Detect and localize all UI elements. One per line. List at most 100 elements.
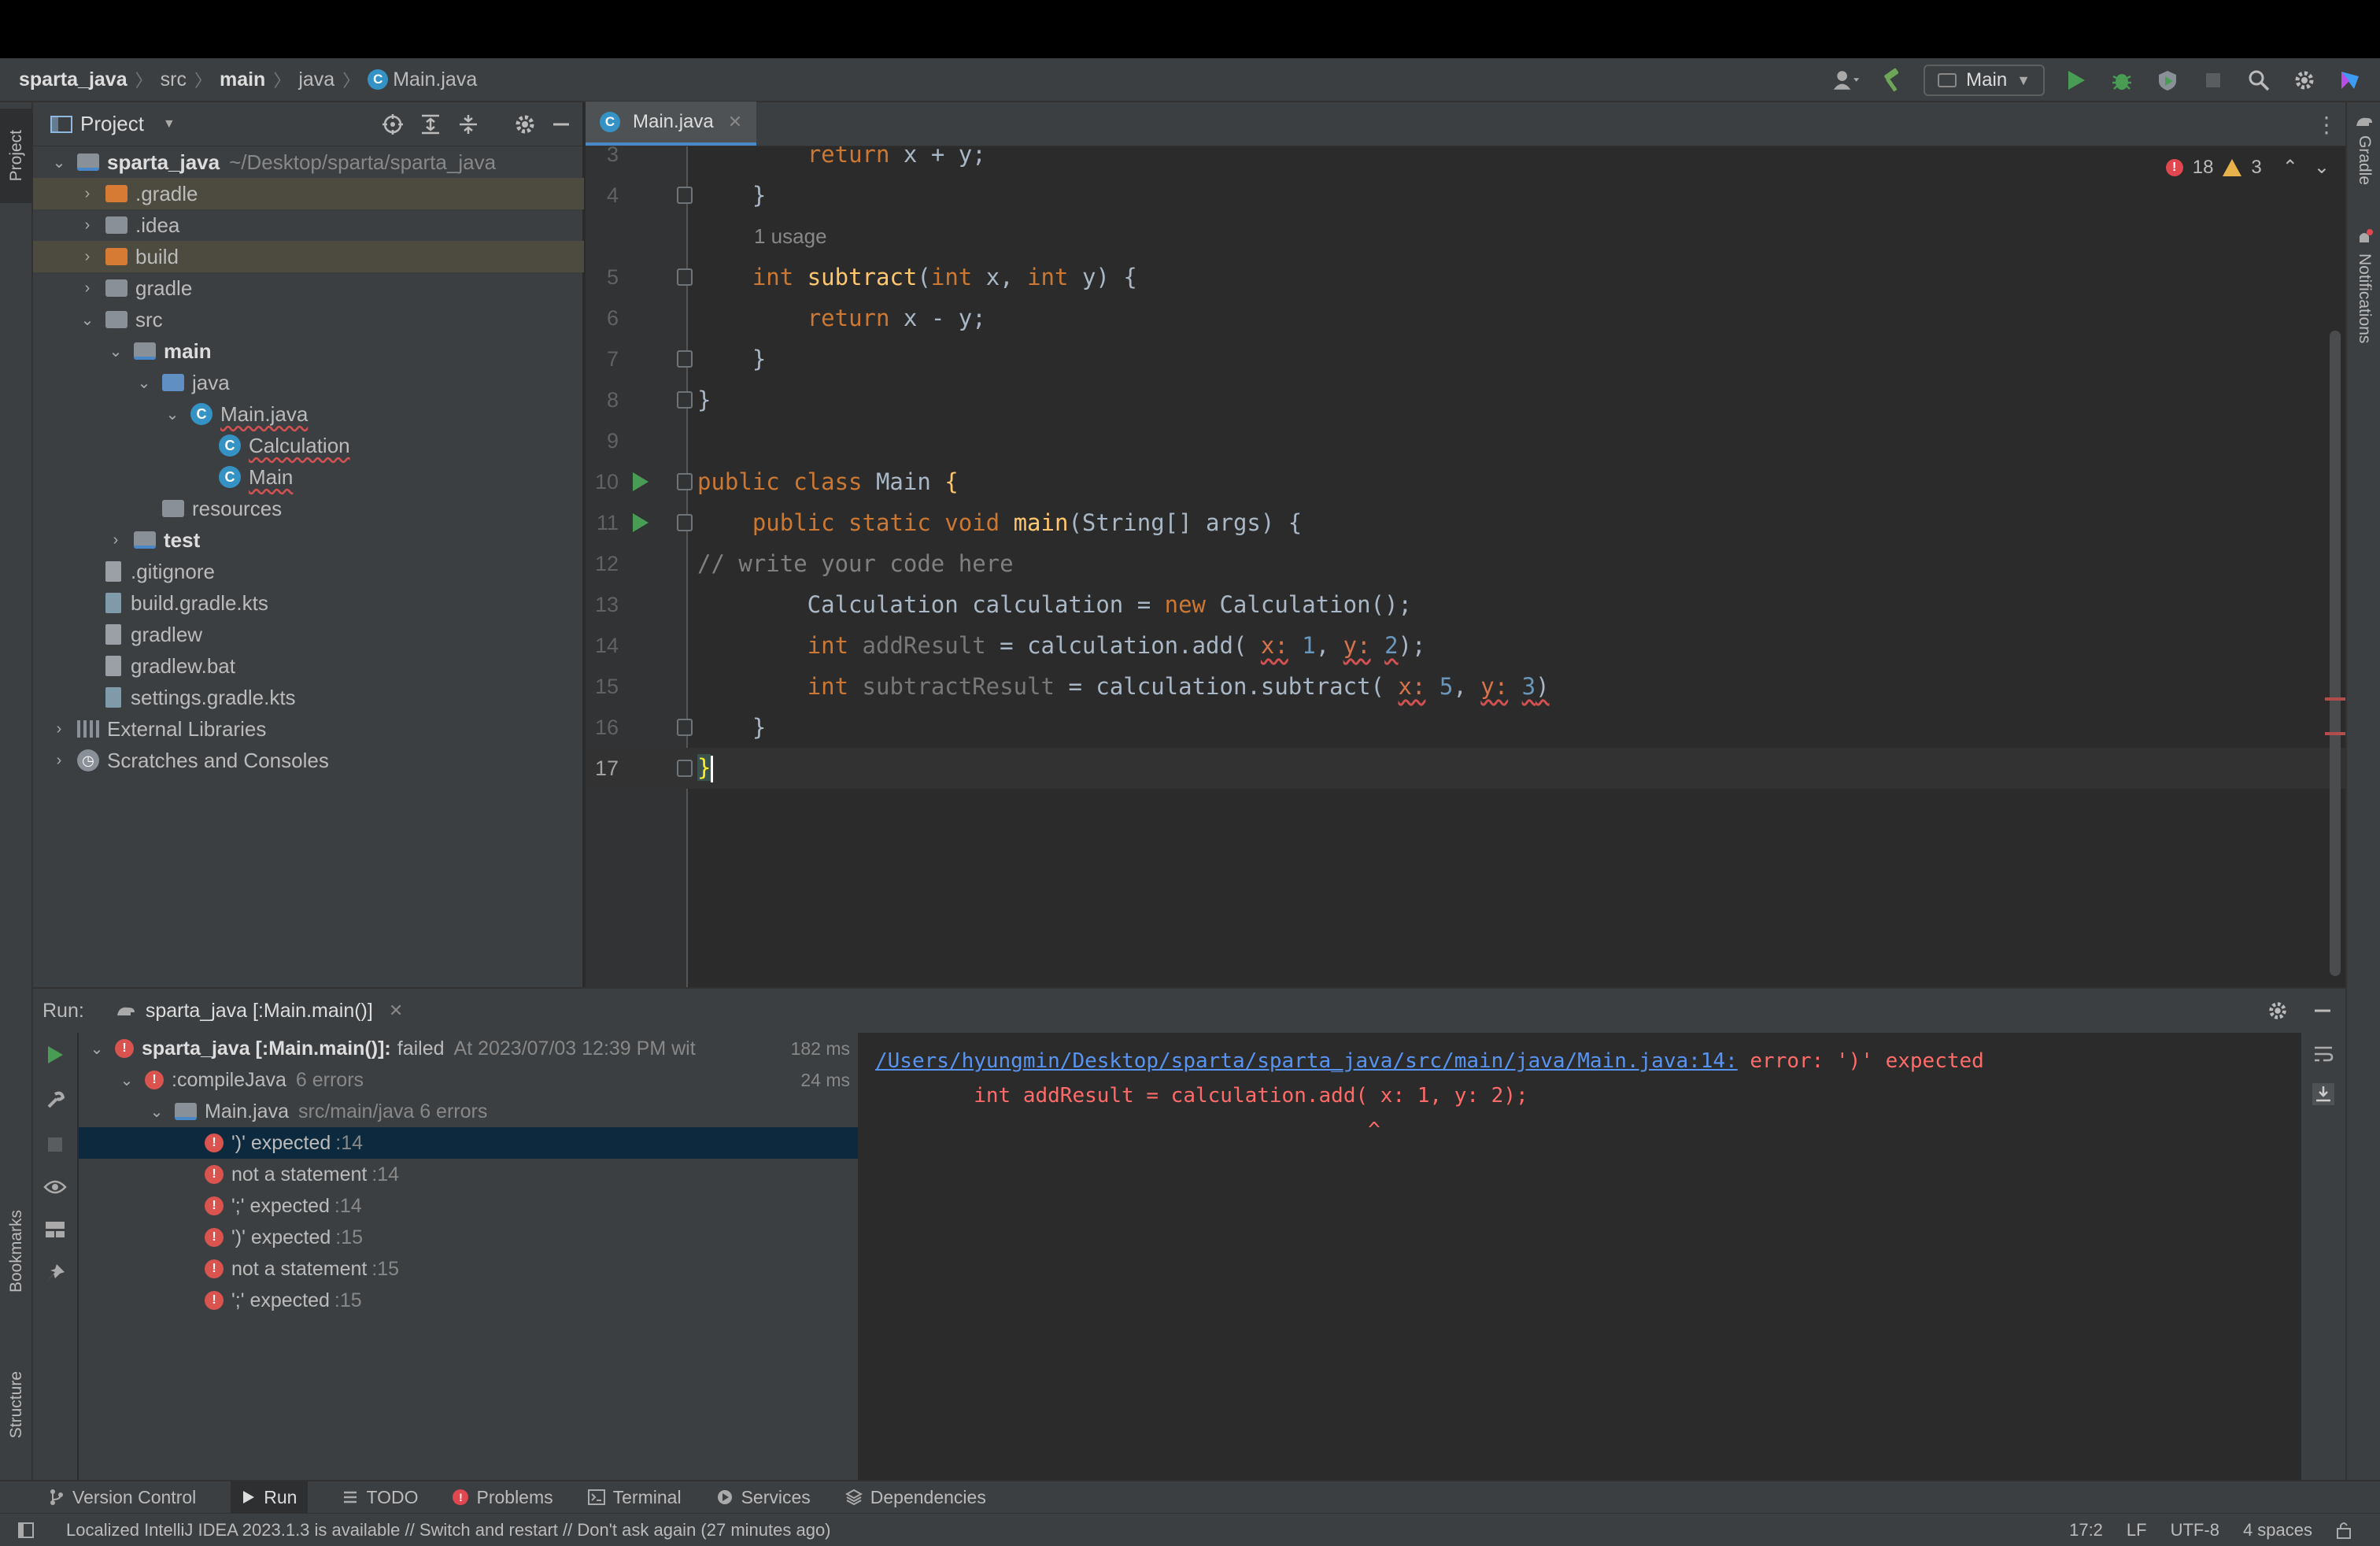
fold-icon[interactable] (677, 350, 693, 368)
code-area[interactable]: 3 return x + y; 4 } 1 usage 5 int subtra… (586, 146, 2345, 987)
scroll-to-end-icon[interactable] (2312, 1083, 2334, 1105)
tree-item[interactable]: ⌄ java (33, 367, 584, 398)
fold-icon[interactable] (677, 473, 693, 490)
editor-scrollbar[interactable] (2330, 331, 2341, 976)
terminal-tab[interactable]: Terminal (587, 1487, 682, 1508)
jetbrains-logo-icon[interactable] (2336, 66, 2364, 94)
tree-item[interactable]: › External Libraries (33, 713, 584, 745)
services-tab[interactable]: Services (716, 1487, 811, 1508)
line-separator[interactable]: LF (2127, 1520, 2147, 1540)
next-highlight-icon[interactable]: ⌄ (2314, 156, 2330, 179)
tool-windows-toggle-icon[interactable] (17, 1522, 35, 1539)
chevron-right-icon[interactable]: › (107, 531, 124, 549)
console-output[interactable]: /Users/hyungmin/Desktop/sparta/sparta_ja… (859, 1033, 2333, 1481)
project-tool-tab[interactable]: Project (0, 109, 33, 203)
chevron-right-icon[interactable]: › (79, 248, 96, 266)
chevron-down-icon[interactable]: ▼ (163, 117, 176, 131)
chevron-down-icon[interactable]: ⌄ (88, 1039, 105, 1059)
tree-item[interactable]: .gitignore (33, 556, 584, 587)
settings-gear-icon[interactable] (2267, 1000, 2289, 1022)
build-result-item[interactable]: ! not a statement:14 (79, 1159, 858, 1190)
build-result-item[interactable]: ! ')' expected:15 (79, 1222, 858, 1253)
chevron-right-icon[interactable]: › (79, 216, 96, 235)
minimize-icon[interactable] (551, 113, 571, 136)
minimize-icon[interactable] (2312, 1000, 2333, 1022)
stop-icon[interactable] (2199, 66, 2227, 94)
file-encoding[interactable]: UTF-8 (2171, 1520, 2219, 1540)
breadcrumb-src[interactable]: src (161, 68, 187, 91)
previous-highlight-icon[interactable]: ⌃ (2282, 156, 2298, 179)
project-panel-title[interactable]: Project (80, 112, 144, 136)
breadcrumb-project[interactable]: sparta_java (19, 68, 128, 91)
breadcrumb-file[interactable]: C Main.java (368, 68, 477, 91)
build-hammer-icon[interactable] (1878, 66, 1906, 94)
settings-gear-icon[interactable] (513, 113, 537, 136)
tree-item[interactable]: C Main (33, 461, 584, 493)
tree-item[interactable]: › gradle (33, 272, 584, 304)
chevron-down-icon[interactable]: ⌄ (135, 373, 153, 393)
todo-tab[interactable]: TODO (342, 1487, 418, 1508)
notifications-tool-tab[interactable]: Notifications (2347, 228, 2380, 343)
tree-item[interactable]: gradlew (33, 619, 584, 650)
build-result-item[interactable]: ! ';' expected:14 (79, 1190, 858, 1222)
tree-item[interactable]: › .gradle (33, 178, 584, 209)
chevron-down-icon[interactable]: ⌄ (50, 153, 68, 172)
chevron-right-icon[interactable]: › (79, 279, 96, 298)
locate-crosshair-icon[interactable] (381, 113, 405, 136)
fold-icon[interactable] (677, 514, 693, 531)
fold-icon[interactable] (677, 760, 693, 777)
version-control-tab[interactable]: Version Control (49, 1487, 196, 1508)
tree-item[interactable]: ⌄ sparta_java ~/Desktop/sparta/sparta_java (33, 146, 584, 178)
fold-icon[interactable] (677, 187, 693, 204)
run-tool-tab[interactable]: Run (231, 1481, 309, 1514)
more-options-icon[interactable]: ⋮ (2315, 112, 2338, 138)
chevron-down-icon[interactable]: ⌄ (107, 342, 124, 361)
run-icon[interactable] (2062, 66, 2090, 94)
indent-setting[interactable]: 4 spaces (2243, 1520, 2312, 1540)
chevron-right-icon[interactable]: › (50, 720, 68, 738)
caret-position[interactable]: 17:2 (2069, 1520, 2103, 1540)
run-gutter-icon[interactable] (633, 513, 649, 532)
chevron-down-icon[interactable]: ⌄ (79, 310, 96, 330)
tree-item[interactable]: ⌄ C Main.java (33, 398, 584, 430)
inspection-widget[interactable]: ! 18 3 ⌃ ⌄ (2165, 156, 2330, 179)
console-file-link[interactable]: /Users/hyungmin/Desktop/sparta/sparta_ja… (875, 1049, 1738, 1073)
user-icon[interactable] (1832, 66, 1861, 94)
debug-icon[interactable] (2108, 66, 2136, 94)
run-tab[interactable]: sparta_java [:Main.main()] ✕ (116, 1000, 403, 1023)
chevron-down-icon[interactable]: ⌄ (148, 1102, 165, 1122)
run-gutter-icon[interactable] (633, 472, 649, 491)
build-result-item[interactable]: ! not a statement:15 (79, 1253, 858, 1285)
build-result-item[interactable]: ⌄!:compileJava 6 errors 24 ms (79, 1064, 858, 1096)
tree-item[interactable]: C Calculation (33, 430, 584, 461)
tree-item[interactable]: build.gradle.kts (33, 587, 584, 619)
status-message[interactable]: Localized IntelliJ IDEA 2023.1.3 is avai… (66, 1520, 831, 1540)
usage-hint[interactable]: 1 usage (754, 224, 827, 249)
build-result-item[interactable]: ! ')' expected:14 (79, 1127, 858, 1159)
tab-main-java[interactable]: C Main.java ✕ (586, 102, 757, 146)
search-icon[interactable] (2245, 66, 2273, 94)
pin-icon[interactable] (44, 1263, 66, 1285)
chevron-right-icon[interactable]: › (50, 752, 68, 770)
tree-item[interactable]: ⌄ main (33, 335, 584, 367)
fold-icon[interactable] (677, 719, 693, 736)
tree-item[interactable]: resources (33, 493, 584, 524)
error-stripe-marker[interactable] (2325, 732, 2345, 735)
tree-item[interactable]: settings.gradle.kts (33, 682, 584, 713)
fold-icon[interactable] (677, 391, 693, 409)
tree-item[interactable]: › ◷ Scratches and Consoles (33, 745, 584, 776)
coverage-icon[interactable] (2153, 66, 2182, 94)
lock-icon[interactable] (2336, 1521, 2352, 1540)
layout-icon[interactable] (44, 1220, 66, 1239)
fold-icon[interactable] (677, 268, 693, 286)
chevron-down-icon[interactable]: ⌄ (164, 405, 181, 424)
expand-all-icon[interactable] (419, 113, 442, 136)
structure-tool-tab[interactable]: Structure (0, 1346, 33, 1464)
settings-gear-icon[interactable] (2290, 66, 2319, 94)
gradle-tool-tab[interactable]: Gradle (2347, 113, 2380, 185)
problems-tab[interactable]: ! Problems (453, 1487, 553, 1508)
tree-item[interactable]: › test (33, 524, 584, 556)
wrench-icon[interactable] (44, 1089, 66, 1111)
breadcrumb-main[interactable]: main (220, 68, 265, 91)
tree-item[interactable]: ⌄ src (33, 304, 584, 335)
